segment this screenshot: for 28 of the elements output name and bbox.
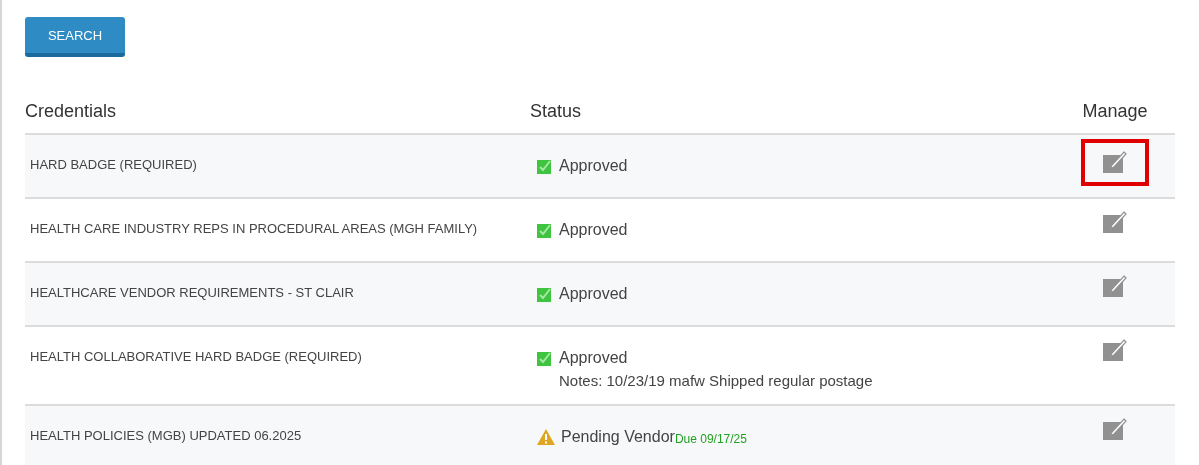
edit-icon (1103, 339, 1127, 361)
credential-name: HEALTH POLICIES (MGB) UPDATED 06.2025 (29, 428, 302, 443)
status-text: Approved (559, 157, 628, 175)
search-button[interactable]: SEARCH (25, 17, 125, 57)
edit-icon (1103, 275, 1127, 297)
edit-button[interactable] (1103, 211, 1127, 233)
check-icon (537, 350, 553, 366)
credential-name: HARD BADGE (REQUIRED) (29, 157, 197, 172)
credential-name: HEALTHCARE VENDOR REQUIREMENTS - ST CLAIR (29, 285, 354, 300)
edit-button[interactable] (1103, 339, 1127, 361)
status-text: Approved (559, 285, 628, 303)
edit-button[interactable] (1081, 139, 1149, 186)
edit-icon (1103, 211, 1127, 233)
notes-text: Notes: 10/23/19 mafw Shipped regular postage (558, 372, 874, 389)
check-icon (537, 286, 553, 302)
due-date: Due 09/17/25 (674, 431, 747, 446)
credential-name: HEALTH CARE INDUSTRY REPS IN PROCEDURAL AREAS (MGH FAMILY) (29, 221, 478, 236)
edit-button[interactable] (1103, 275, 1127, 297)
status-text: Approved (559, 349, 628, 367)
status-text: Approved (559, 221, 628, 239)
check-icon (537, 158, 553, 174)
check-icon (537, 222, 553, 238)
edit-icon (1103, 418, 1127, 440)
edit-icon (1103, 151, 1127, 173)
edit-button[interactable] (1103, 418, 1127, 440)
warning-icon (537, 429, 555, 445)
status-text: Pending Vendor (561, 428, 675, 446)
credential-name: HEALTH COLLABORATIVE HARD BADGE (REQUIRED) (29, 349, 362, 364)
